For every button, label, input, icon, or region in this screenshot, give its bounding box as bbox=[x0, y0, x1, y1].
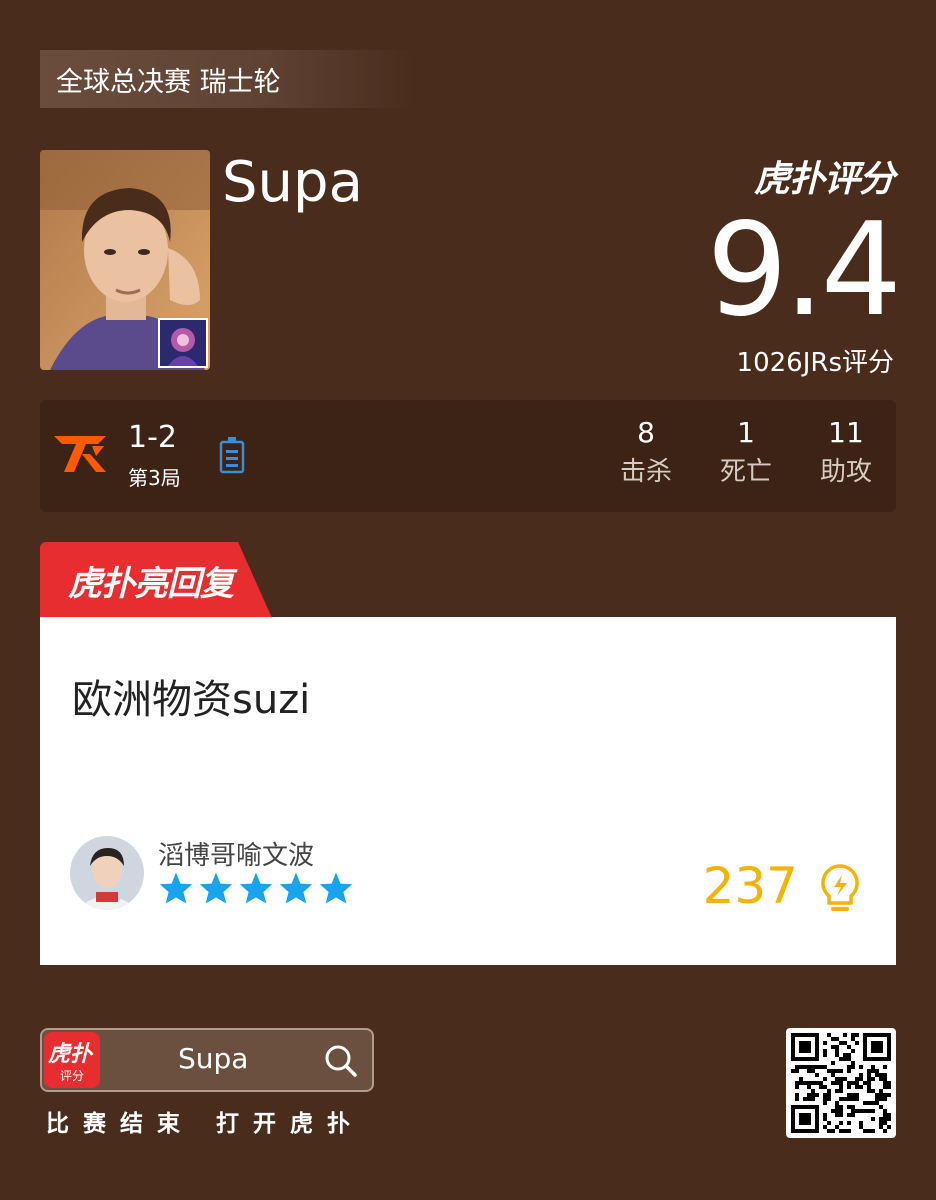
star-icon bbox=[279, 872, 313, 904]
star-icon bbox=[239, 872, 273, 904]
commenter-rating-stars bbox=[158, 871, 354, 905]
stat-kills-value: 8 bbox=[637, 416, 655, 449]
game-number: 第3局 bbox=[128, 466, 181, 490]
like-bulb-icon[interactable] bbox=[820, 863, 860, 915]
search-query[interactable]: Supa bbox=[178, 1042, 248, 1075]
stat-assists: 11 助攻 bbox=[806, 414, 886, 492]
stat-assists-value: 11 bbox=[828, 416, 864, 449]
hot-reply-card[interactable]: 欧洲物资suzi 滔博哥喻文波 237 bbox=[40, 617, 896, 965]
player-name: Supa bbox=[222, 150, 363, 215]
hot-reply-tab: 虎扑亮回复 bbox=[40, 542, 272, 618]
stat-kills-label: 击杀 bbox=[619, 457, 672, 487]
hupu-app-icon: 虎扑 评分 bbox=[44, 1032, 100, 1088]
stat-assists-label: 助攻 bbox=[819, 457, 872, 487]
search-icon[interactable] bbox=[324, 1044, 358, 1078]
series-score: 1-2 bbox=[128, 420, 177, 455]
like-count: 237 bbox=[702, 857, 798, 915]
stat-deaths-label: 死亡 bbox=[719, 457, 772, 487]
star-icon bbox=[199, 872, 233, 904]
match-stats-panel: 1-2 第3局 8 击杀 1 死亡 11 助攻 bbox=[40, 400, 896, 512]
rating-brand-label: 虎扑评分 bbox=[753, 159, 895, 200]
stat-kills: 8 击杀 bbox=[606, 414, 686, 492]
champion-icon bbox=[158, 318, 208, 368]
rating-score: 9.4 bbox=[706, 196, 902, 345]
footer-caption: 比赛结束 打开虎扑 bbox=[46, 1111, 365, 1137]
event-tag: 全球总决赛 瑞士轮 bbox=[40, 50, 415, 108]
event-tag-label: 全球总决赛 瑞士轮 bbox=[56, 66, 281, 98]
app-icon-title: 虎扑 bbox=[48, 1042, 93, 1067]
star-icon bbox=[319, 872, 353, 904]
team-logo-icon bbox=[54, 436, 106, 472]
app-icon-subtitle: 评分 bbox=[59, 1069, 84, 1083]
search-bar[interactable]: 虎扑 评分 Supa bbox=[40, 1028, 374, 1092]
stat-deaths: 1 死亡 bbox=[706, 414, 786, 492]
reply-text: 欧洲物资suzi bbox=[72, 677, 311, 723]
stat-deaths-value: 1 bbox=[737, 416, 755, 449]
qr-code[interactable] bbox=[786, 1028, 896, 1138]
hot-reply-tab-label: 虎扑亮回复 bbox=[68, 564, 234, 604]
commenter-name[interactable]: 滔博哥喻文波 bbox=[158, 835, 314, 872]
rating-count: 1026JRs评分 bbox=[736, 348, 894, 378]
star-icon bbox=[159, 872, 193, 904]
mvp-badge-icon bbox=[219, 437, 245, 474]
commenter-avatar[interactable] bbox=[70, 836, 144, 910]
player-avatar bbox=[40, 150, 210, 370]
